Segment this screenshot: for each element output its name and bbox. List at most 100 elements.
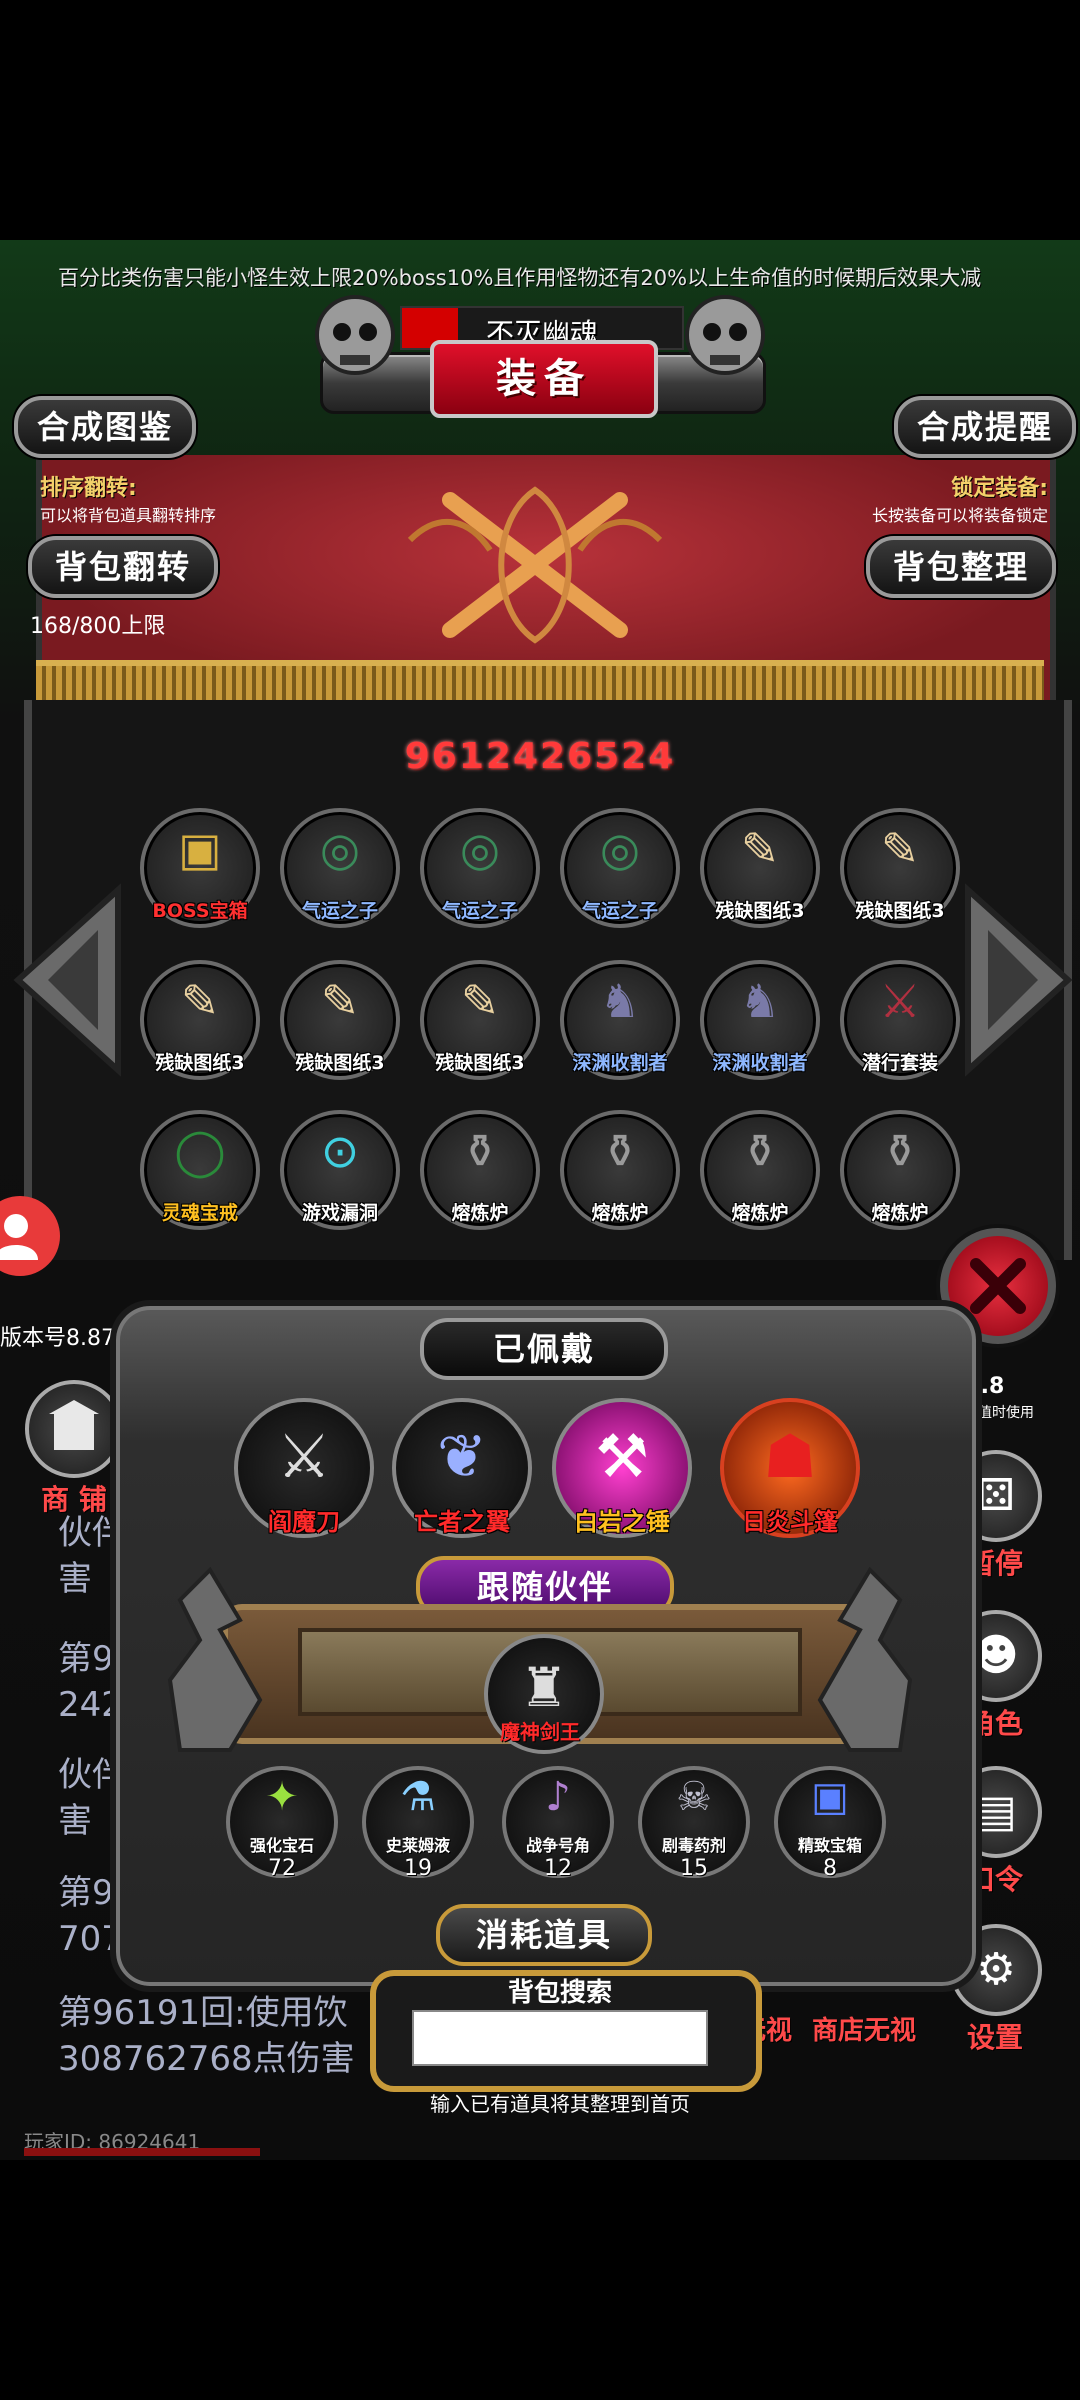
bag-search-input[interactable] [412, 2010, 708, 2066]
user-avatar[interactable] [0, 1196, 60, 1276]
inventory-slot[interactable]: ✎ 残缺图纸3 [140, 960, 260, 1080]
title-bar: 装备 [180, 295, 900, 430]
equipped-slot[interactable]: ⚔ 阎魔刀 [234, 1398, 374, 1538]
lock-equip-desc: 长按装备可以将装备锁定 [871, 506, 1048, 525]
equipment-title: 装备 [430, 340, 658, 418]
consumable-name: 剧毒药剂 [661, 1836, 726, 1855]
ring-icon: ◯ [174, 1124, 226, 1178]
consumable-qty: 15 [680, 1856, 708, 1881]
bag-search-title: 背包搜索 [507, 1978, 612, 2008]
shop-label: 商 铺 [41, 1483, 107, 1516]
person-icon [0, 1214, 38, 1260]
item-label: 残缺图纸3 [295, 1052, 385, 1074]
inventory-slot[interactable]: ♞ 深渊收割者 [560, 960, 680, 1080]
scroll-icon: ✎ [740, 822, 780, 876]
necklace-icon: ◎ [319, 822, 361, 876]
item-label: BOSS宝箱 [152, 900, 248, 922]
inventory-slot[interactable]: ⊙ 游戏漏洞 [280, 1110, 400, 1230]
inventory-slot[interactable]: ⚱ 熔炼炉 [560, 1110, 680, 1230]
inventory-slot[interactable]: ♞ 深渊收割者 [700, 960, 820, 1080]
consumable-slot[interactable]: ☠ 剧毒药剂 15 [638, 1766, 750, 1886]
item-label: 熔炼炉 [451, 1202, 509, 1224]
shop-ad-skip-label[interactable]: 商店无视 [812, 2010, 916, 2047]
inventory-slot[interactable]: ✎ 残缺图纸3 [280, 960, 400, 1080]
inventory-slot[interactable]: ✎ 残缺图纸3 [700, 808, 820, 928]
consumable-slot[interactable]: ✦ 强化宝石 72 [226, 1766, 338, 1886]
damage-notice: 百分比类伤害只能小怪生效上限20%boss10%且作用怪物还有20%以上生命值的… [58, 266, 982, 290]
footer-bar [24, 2148, 260, 2156]
necklace-icon: ◎ [459, 822, 501, 876]
equipped-slot[interactable]: ☗ 日炎斗篷 [720, 1398, 860, 1538]
bag-capacity: 168/800上限 [30, 614, 166, 639]
furnace-icon: ⚱ [460, 1124, 500, 1178]
item-label: 气运之子 [581, 900, 658, 922]
equipped-slot[interactable]: ⚒ 白岩之锤 [552, 1398, 692, 1538]
synthesis-guide-button[interactable]: 合成图鉴 [14, 396, 196, 458]
item-label: 深渊收割者 [572, 1052, 668, 1074]
equip-label: 白岩之锤 [574, 1508, 670, 1536]
shop-icon [25, 1380, 123, 1478]
consumable-qty: 72 [268, 1856, 296, 1881]
next-page-arrow-icon[interactable] [958, 880, 1078, 1080]
item-label: 熔炼炉 [871, 1202, 929, 1224]
inventory-slot[interactable]: ◎ 气运之子 [280, 808, 400, 928]
consumable-name: 战争号角 [525, 1836, 590, 1855]
hammer-icon: ⚒ [595, 1422, 649, 1492]
necklace-icon: ◎ [599, 822, 641, 876]
inventory-slot[interactable]: ⚱ 熔炼炉 [420, 1110, 540, 1230]
inventory-slot[interactable]: ⚱ 熔炼炉 [840, 1110, 960, 1230]
wings-icon: ❦ [436, 1422, 488, 1492]
item-label: 残缺图纸3 [715, 900, 805, 922]
sort-flip-desc: 可以将背包道具翻转排序 [40, 506, 217, 525]
item-label: 游戏漏洞 [301, 1202, 378, 1224]
inventory-slot[interactable]: ⚔ 潜行套装 [840, 960, 960, 1080]
consumable-slot[interactable]: ▣ 精致宝箱 8 [774, 1766, 886, 1886]
portal-icon: ⊙ [320, 1124, 360, 1178]
inventory-grid: ▣ BOSS宝箱 ◎ 气运之子 ◎ 气运之子 ◎ 气运之子 ✎ 残缺图纸3 ✎ 残缺图纸3 … [140, 808, 960, 1248]
scroll-icon: ✎ [320, 974, 360, 1028]
bag-flip-button[interactable]: 背包翻转 [28, 536, 218, 598]
item-label: 残缺图纸3 [855, 900, 945, 922]
equipped-slot[interactable]: ❦ 亡者之翼 [392, 1398, 532, 1538]
consumables-panel: ✦ 强化宝石 72 ⚗ 史莱姆液 19 ♪ 战争号角 12 ☠ 剧毒药剂 15 … [162, 1748, 918, 1918]
inventory-slot[interactable]: ◎ 气运之子 [560, 808, 680, 928]
reaper-icon: ♞ [599, 974, 641, 1028]
consumable-slot[interactable]: ♪ 战争号角 12 [502, 1766, 614, 1886]
equip-label: 阎魔刀 [268, 1508, 340, 1536]
bag-search-hint: 输入已有道具将其整理到首页 [430, 2092, 690, 2116]
previous-page-arrow-icon[interactable] [8, 880, 128, 1080]
version-label: 版本号8.87 [0, 1326, 115, 1351]
skull-ornament-icon [315, 295, 395, 375]
inventory-slot[interactable]: ◯ 灵魂宝戒 [140, 1110, 260, 1230]
equipped-title: 已佩戴 [420, 1318, 668, 1380]
lock-equip-label: 锁定装备: [951, 476, 1048, 501]
gold-amount: 9612426524 [404, 736, 676, 777]
potion-icon: ⚗ [400, 1774, 436, 1820]
consumables-title: 消耗道具 [436, 1904, 652, 1966]
gem-icon: ✦ [265, 1774, 299, 1820]
item-label: 气运之子 [441, 900, 518, 922]
item-label: 残缺图纸3 [435, 1052, 525, 1074]
treasure-chest-icon: ▣ [811, 1774, 849, 1820]
log-line: 308762768点伤害 [58, 2039, 355, 2079]
inventory-slot[interactable]: ✎ 残缺图纸3 [840, 808, 960, 928]
dragon-statue-icon [167, 1566, 263, 1752]
item-label: 残缺图纸3 [155, 1052, 245, 1074]
inventory-slot[interactable]: ▣ BOSS宝箱 [140, 808, 260, 928]
inventory-slot[interactable]: ⚱ 熔炼炉 [700, 1110, 820, 1230]
item-label: 熔炼炉 [591, 1202, 649, 1224]
synthesis-reminder-button[interactable]: 合成提醒 [894, 396, 1076, 458]
log-line: 第96191回:使用饮 [58, 1993, 348, 2033]
item-label: 深渊收割者 [712, 1052, 808, 1074]
sort-flip-label: 排序翻转: [40, 476, 137, 501]
furnace-icon: ⚱ [600, 1124, 640, 1178]
reaper-icon: ♞ [739, 974, 781, 1028]
consumable-name: 精致宝箱 [797, 1836, 862, 1855]
consumable-qty: 8 [823, 1856, 837, 1881]
consumable-slot[interactable]: ⚗ 史莱姆液 19 [362, 1766, 474, 1886]
inventory-slot[interactable]: ◎ 气运之子 [420, 808, 540, 928]
cloak-icon: ☗ [763, 1422, 817, 1492]
shop-button[interactable]: 商 铺 [24, 1380, 124, 1518]
bag-tidy-button[interactable]: 背包整理 [866, 536, 1056, 598]
inventory-slot[interactable]: ✎ 残缺图纸3 [420, 960, 540, 1080]
